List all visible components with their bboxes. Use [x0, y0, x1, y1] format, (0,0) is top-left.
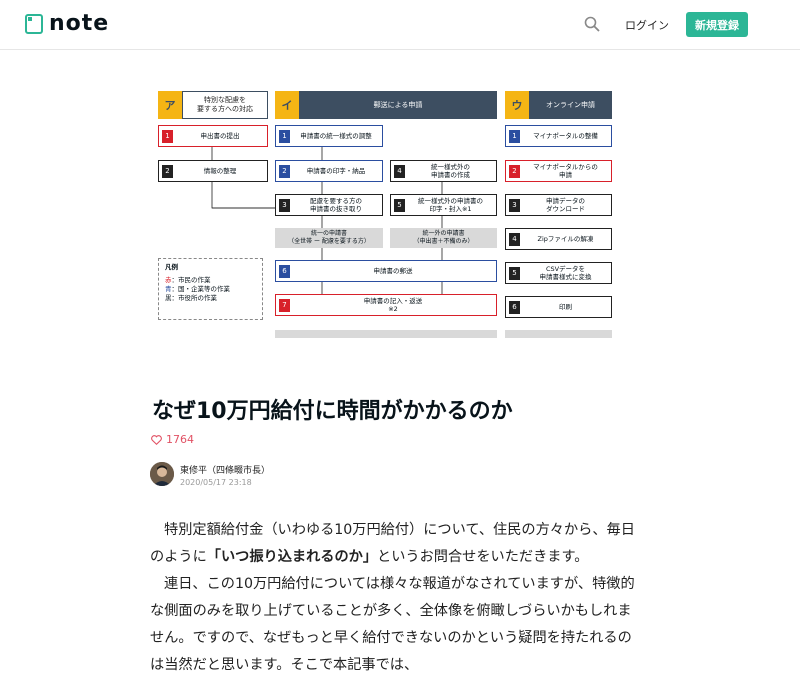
step-text: 統一様式外の申請書の 印字・封入※1 — [418, 197, 483, 213]
column-title: オンライン申請 — [546, 100, 595, 109]
signup-button[interactable]: 新規登録 — [686, 12, 748, 37]
legend-red: 赤：市民の作業 — [165, 276, 256, 285]
step-number: 1 — [509, 129, 520, 143]
avatar-image — [150, 462, 174, 486]
column-header-mail: イ 郵送による申請 — [275, 91, 497, 119]
column-header-special: ア 特別な配慮を 要する方への対応 — [158, 91, 268, 119]
like-button[interactable]: 1764 — [151, 433, 194, 446]
step-text: 申請書の印字・納品 — [306, 167, 366, 175]
flow-step: 2 申請書の印字・納品 — [275, 160, 383, 182]
heart-icon — [151, 434, 162, 445]
flow-step: 4 Zipファイルの解凍 — [505, 228, 612, 250]
grey-note-right: 統一外の申請書 （申出書＋不備のみ） — [390, 228, 497, 248]
legend-red-text: ：市民の作業 — [171, 276, 211, 284]
grey-band — [505, 330, 612, 338]
step-text: Zipファイルの解凍 — [537, 235, 594, 243]
step-text: 配慮を要する方の 申請書の抜き取り — [310, 197, 362, 213]
step-text: 統一様式外の 申請書の作成 — [431, 163, 470, 179]
step-number: 5 — [509, 266, 520, 280]
figure-legend: 凡例 赤：市民の作業 青：国・企業等の作業 黒：市役所の作業 — [158, 258, 263, 320]
step-text: マイナポータルからの 申請 — [533, 163, 598, 179]
step-number: 1 — [162, 129, 173, 143]
article-title: なぜ10万円給付に時間がかかるのか — [152, 399, 513, 424]
step-text: 申請書の記入・返送 ※2 — [363, 297, 423, 313]
flow-step: 2 情報の整理 — [158, 160, 268, 182]
step-number: 7 — [279, 298, 290, 312]
step-number: 2 — [279, 164, 290, 178]
step-text: 申請書の統一様式の調整 — [300, 132, 372, 140]
step-number: 3 — [279, 198, 290, 212]
search-icon[interactable] — [584, 16, 600, 32]
column-header-online: ウ オンライン申請 — [505, 91, 612, 119]
column-tag: ウ — [505, 91, 529, 119]
step-number: 6 — [279, 264, 290, 278]
legend-blue-text: ：国・企業等の作業 — [171, 285, 231, 293]
column-title: 特別な配慮を 要する方への対応 — [182, 91, 268, 119]
step-number: 2 — [509, 164, 520, 178]
step-number: 6 — [509, 300, 520, 314]
flow-step: 4 統一様式外の 申請書の作成 — [390, 160, 497, 182]
site-header: note ログイン 新規登録 — [0, 0, 800, 50]
flow-step: 5 CSVデータを 申請書様式に変換 — [505, 262, 612, 284]
step-number: 4 — [509, 232, 520, 246]
paragraph-text: というお問合せをいただきます。 — [377, 549, 589, 565]
note-logo[interactable]: note — [25, 11, 110, 36]
flow-step: 2 マイナポータルからの 申請 — [505, 160, 612, 182]
step-text: 申出書の提出 — [200, 132, 240, 140]
step-text: 申請データの ダウンロード — [546, 197, 585, 213]
legend-black: 黒：市役所の作業 — [165, 294, 256, 303]
step-number: 5 — [394, 198, 405, 212]
legend-title: 凡例 — [165, 263, 178, 271]
flow-step: 1 申請書の統一様式の調整 — [275, 125, 383, 147]
legend-black-text: ：市役所の作業 — [171, 294, 218, 302]
author-name[interactable]: 東修平（四條畷市長） — [180, 463, 270, 476]
login-link[interactable]: ログイン — [625, 17, 669, 33]
article-body: 特別定額給付金（いわゆる10万円給付）について、住民の方々から、毎日のように「い… — [150, 517, 640, 679]
step-number: 3 — [509, 198, 520, 212]
flow-step: 1 申出書の提出 — [158, 125, 268, 147]
flow-step: 6 印刷 — [505, 296, 612, 318]
paragraph: 連日、この10万円給付については様々な報道がなされていますが、特徴的な側面のみを… — [150, 576, 635, 673]
flow-step: 5 統一様式外の申請書の 印字・封入※1 — [390, 194, 497, 216]
step-text: CSVデータを 申請書様式に変換 — [539, 265, 592, 281]
step-number: 2 — [162, 164, 173, 178]
bold-text: 「いつ振り込まれるのか」 — [206, 549, 378, 565]
flow-step: 6 申請書の郵送 — [275, 260, 497, 282]
note-logo-icon — [25, 14, 43, 34]
logo-text: note — [49, 11, 110, 36]
flow-step: 3 申請データの ダウンロード — [505, 194, 612, 216]
step-number: 4 — [394, 164, 405, 178]
step-text: 情報の整理 — [203, 167, 237, 175]
step-text: 印刷 — [559, 303, 572, 311]
post-date: 2020/05/17 23:18 — [180, 478, 252, 487]
article-header-image: ア 特別な配慮を 要する方への対応 イ 郵送による申請 ウ オンライン申請 1 … — [155, 88, 615, 338]
column-tag: ア — [158, 91, 182, 119]
author-avatar[interactable] — [150, 462, 174, 486]
grey-note-left: 統一の申請書 （全世帯 ー 配慮を要する方） — [275, 228, 383, 248]
paragraph: 特別定額給付金（いわゆる10万円給付）について、住民の方々から、毎日のように「い… — [150, 517, 640, 571]
column-title: 郵送による申請 — [373, 100, 423, 109]
step-number: 1 — [279, 129, 290, 143]
legend-blue: 青：国・企業等の作業 — [165, 285, 256, 294]
flow-step: 3 配慮を要する方の 申請書の抜き取り — [275, 194, 383, 216]
column-tag: イ — [275, 91, 299, 119]
step-text: 申請書の郵送 — [373, 267, 413, 275]
flow-step: 1 マイナポータルの整備 — [505, 125, 612, 147]
step-text: マイナポータルの整備 — [533, 132, 598, 140]
like-count: 1764 — [166, 433, 194, 446]
flow-step: 7 申請書の記入・返送 ※2 — [275, 294, 497, 316]
grey-band — [275, 330, 497, 338]
